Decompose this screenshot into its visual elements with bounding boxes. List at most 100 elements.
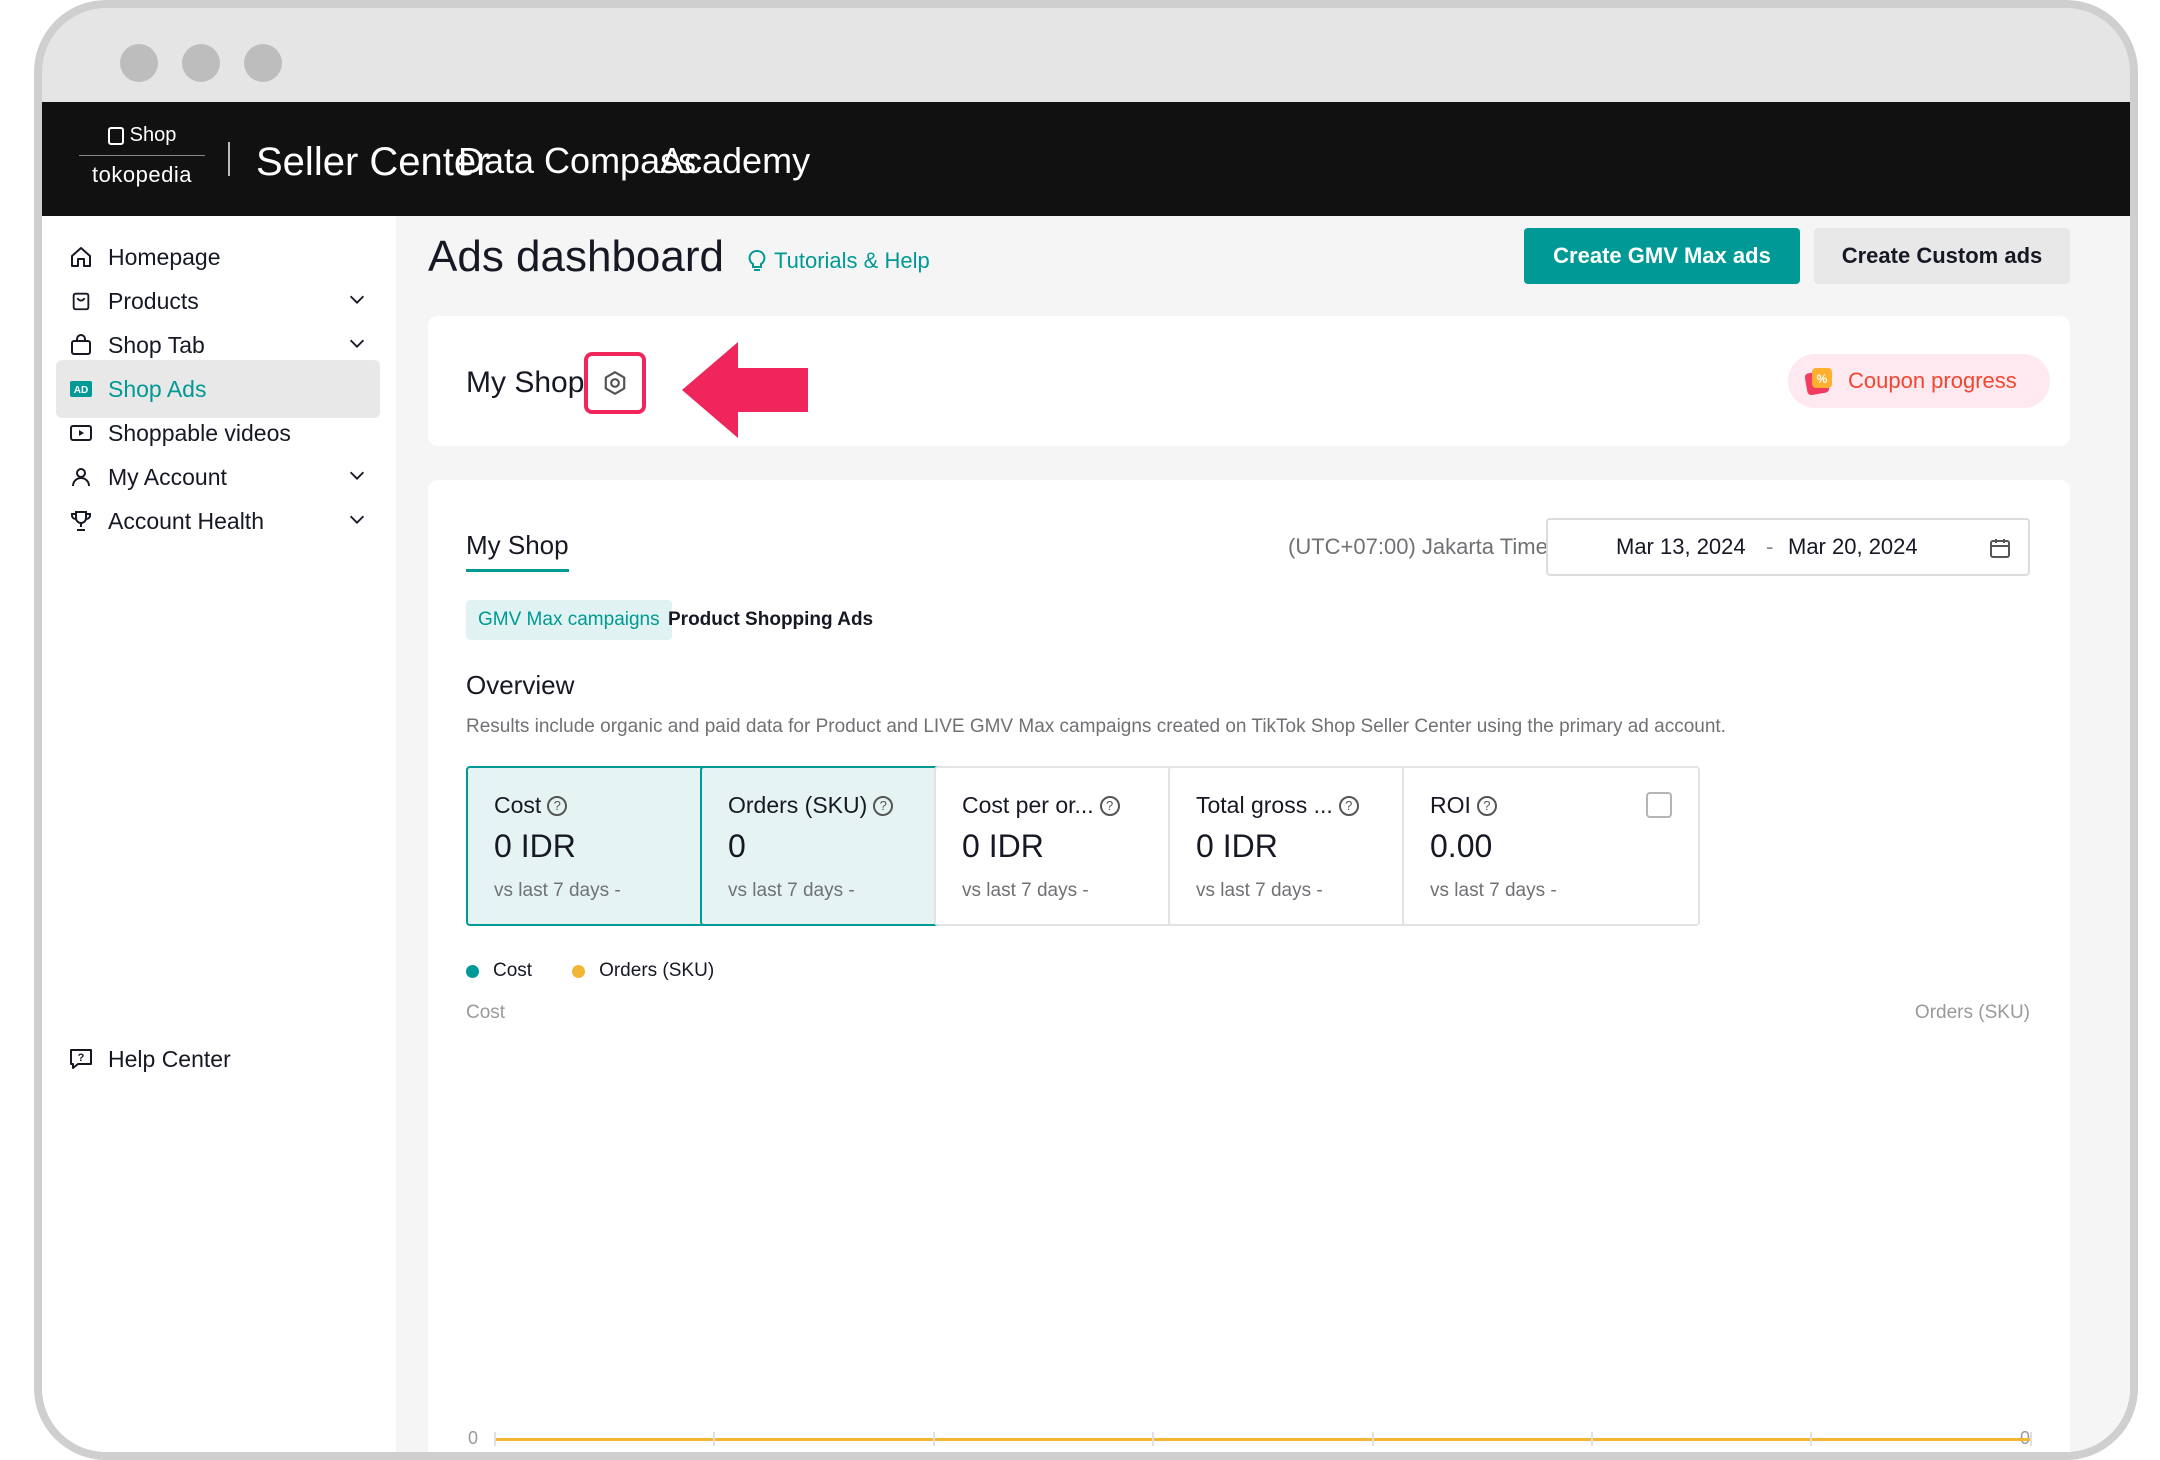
chevron-down-icon	[346, 508, 368, 536]
metric-checkbox[interactable]	[1646, 792, 1672, 818]
metric-label: Total gross ...	[1196, 792, 1333, 818]
gear-icon	[604, 371, 626, 395]
shopping-bag-icon	[68, 332, 94, 358]
sidebar-item-label: Shoppable videos	[108, 419, 291, 446]
x-axis-tick	[1371, 1432, 1374, 1446]
tutorials-help-link[interactable]: Tutorials & Help	[748, 248, 930, 274]
help-icon[interactable]: ?	[1099, 795, 1120, 816]
metric-value: 0 IDR	[494, 828, 576, 864]
help-icon[interactable]: ?	[1338, 795, 1359, 816]
metric-value: 0 IDR	[1196, 828, 1278, 864]
sidebar-item-label: Products	[108, 287, 199, 314]
metric-value: 0.00	[1430, 828, 1493, 864]
chevron-down-icon	[346, 288, 368, 316]
brand-tokopedia-label: tokopedia	[92, 162, 192, 187]
bag-icon	[68, 288, 94, 314]
left-axis-title: Cost	[466, 1002, 506, 1023]
overview-heading: Overview	[466, 670, 575, 700]
help-icon[interactable]: ?	[873, 795, 894, 816]
app-window: Shop tokopedia Seller Center Data Compas…	[42, 102, 2130, 1452]
metric-label: Cost per or...	[962, 792, 1094, 818]
coupon-progress-label: Coupon progress	[1848, 368, 2017, 393]
legend-cost-label[interactable]: Cost	[493, 960, 532, 982]
metric-compare: vs last 7 days -	[728, 880, 855, 901]
brand-logo[interactable]: Shop tokopedia	[76, 124, 208, 194]
nav-academy[interactable]: Academy	[660, 140, 810, 182]
x-axis-tick	[2029, 1432, 2032, 1446]
sidebar-item-account-health[interactable]: Account Health	[56, 492, 380, 550]
shop-settings-button[interactable]	[584, 352, 646, 414]
help-chat-icon: ?	[68, 1046, 94, 1072]
sidebar: Homepage Products Shop Tab AD Shop Ads S…	[42, 216, 396, 1452]
user-icon	[68, 464, 94, 490]
right-axis-title: Orders (SKU)	[1914, 1002, 2030, 1023]
sidebar-item-label: Shop Ads	[108, 375, 207, 402]
sidebar-item-help-center[interactable]: ? Help Center	[56, 1030, 380, 1088]
metric-label: ROI	[1430, 792, 1471, 818]
x-axis-tick	[1810, 1432, 1813, 1446]
x-axis-tick	[494, 1432, 496, 1446]
legend-dot-cost	[466, 964, 479, 978]
chevron-down-icon	[346, 464, 368, 492]
date-range-picker[interactable]: Mar 13, 2024 - Mar 20, 2024	[1546, 518, 2030, 576]
help-icon[interactable]: ?	[547, 795, 568, 816]
window-controls	[120, 44, 282, 82]
window-dot-minimize[interactable]	[182, 44, 220, 82]
x-axis-tick	[1591, 1432, 1593, 1446]
trophy-icon	[68, 508, 94, 534]
sidebar-item-label: Shop Tab	[108, 331, 205, 358]
sidebar-item-label: Account Health	[108, 507, 264, 534]
x-axis-tick	[932, 1432, 935, 1446]
dashboard-panel: My Shop (UTC+07:00) Jakarta Time Mar 13,…	[428, 480, 2070, 1452]
top-bar: Shop tokopedia Seller Center Data Compas…	[42, 102, 2130, 216]
sidebar-item-label: Help Center	[108, 1045, 231, 1072]
lightbulb-icon	[748, 250, 766, 271]
seller-center-title[interactable]: Seller Center	[256, 140, 489, 185]
svg-text:?: ?	[78, 1052, 85, 1064]
timezone-label: (UTC+07:00) Jakarta Time	[1288, 534, 1548, 559]
metric-value: 0 IDR	[962, 828, 1044, 864]
main-content: Ads dashboard Tutorials & Help Create GM…	[396, 216, 2130, 1452]
shop-name: My Shop	[466, 366, 585, 399]
tab-product-shopping-ads[interactable]: Product Shopping Ads	[656, 600, 885, 640]
help-icon[interactable]: ?	[1476, 795, 1497, 816]
video-icon	[68, 420, 94, 446]
brand-shop-label: Shop	[129, 124, 177, 146]
legend-orders-label[interactable]: Orders (SKU)	[599, 960, 714, 982]
left-axis-zero: 0	[468, 1428, 479, 1448]
date-end: Mar 20, 2024	[1788, 534, 1918, 559]
tab-my-shop[interactable]: My Shop	[466, 530, 569, 572]
home-icon	[68, 244, 94, 270]
calendar-icon	[1988, 536, 2012, 566]
metric-compare: vs last 7 days -	[1196, 880, 1323, 901]
create-custom-ads-button[interactable]: Create Custom ads	[1814, 228, 2070, 284]
chart-legend: Cost Orders (SKU)	[466, 960, 714, 982]
page-title: Ads dashboard	[428, 232, 724, 281]
shop-card: My Shop % Coupon progress	[428, 316, 2070, 446]
coupon-icon: %	[1804, 368, 1832, 396]
x-axis-tick	[713, 1432, 716, 1446]
ad-icon: AD	[68, 376, 94, 402]
date-separator: -	[1766, 534, 1774, 559]
metric-compare: vs last 7 days -	[962, 880, 1089, 901]
metric-compare: vs last 7 days -	[1430, 880, 1557, 901]
pointer-arrow-icon	[682, 342, 808, 438]
window-dot-maximize[interactable]	[244, 44, 282, 82]
sidebar-item-label: Homepage	[108, 243, 221, 270]
window-dot-close[interactable]	[120, 44, 158, 82]
svg-text:%: %	[1817, 372, 1828, 386]
create-gmv-max-ads-button[interactable]: Create GMV Max ads	[1524, 228, 1800, 284]
coupon-progress-button[interactable]: % Coupon progress	[1788, 354, 2050, 408]
sidebar-item-label: My Account	[108, 463, 227, 490]
tutorials-help-label: Tutorials & Help	[774, 248, 930, 273]
device-frame: Shop tokopedia Seller Center Data Compas…	[34, 0, 2138, 1460]
x-axis-tick	[1152, 1432, 1155, 1446]
date-start: Mar 13, 2024	[1616, 534, 1746, 559]
legend-dot-orders	[572, 964, 586, 978]
svg-text:AD: AD	[74, 385, 88, 396]
shop-bag-icon	[107, 126, 124, 145]
metric-card-roi[interactable]: ROI? 0.00 vs last 7 days -	[1402, 766, 1700, 926]
tab-gmv-max-campaigns[interactable]: GMV Max campaigns	[466, 600, 672, 640]
metric-compare: vs last 7 days -	[494, 880, 621, 901]
metric-value: 0	[728, 828, 746, 864]
